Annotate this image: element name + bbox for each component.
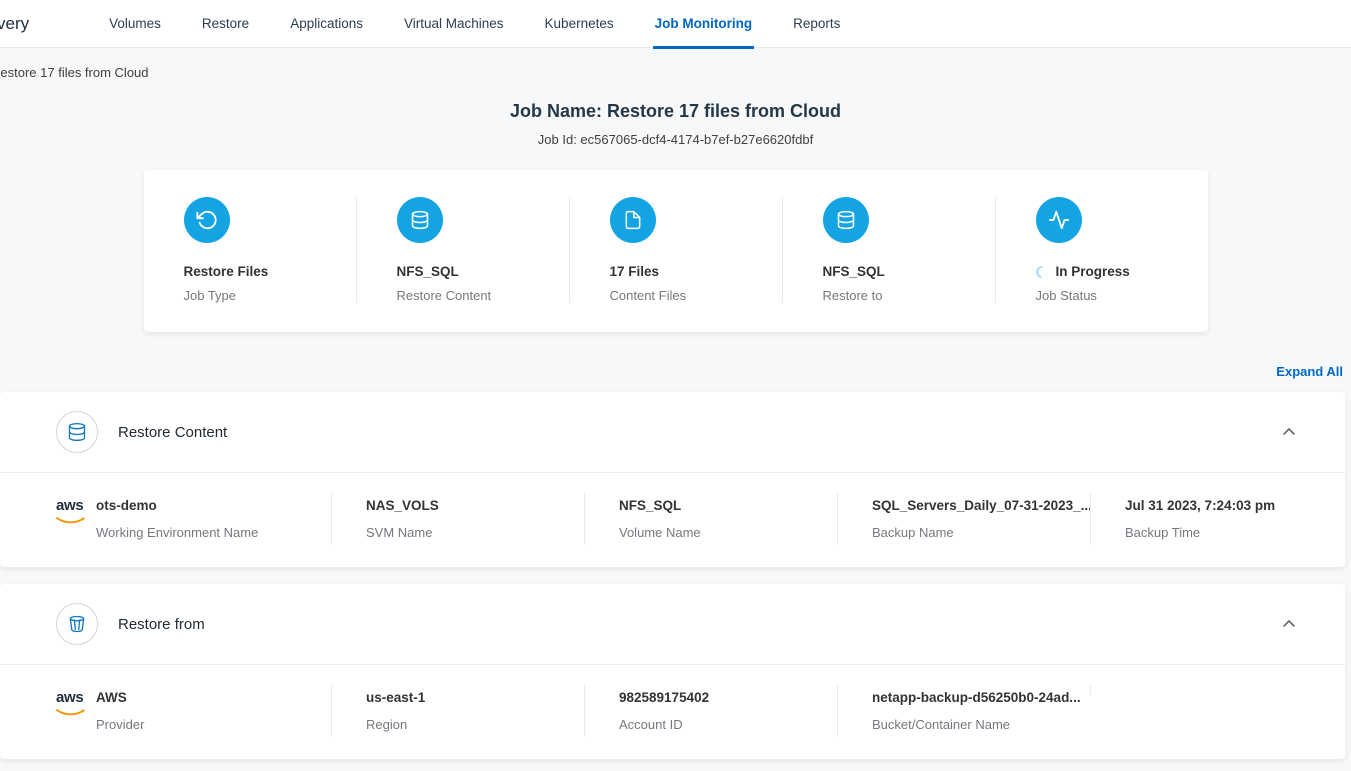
file-icon xyxy=(610,197,656,243)
summary-label: Job Status xyxy=(1036,288,1208,303)
summary-item-restore-content: NFS_SQL Restore Content xyxy=(356,197,569,303)
restore-from-section-header[interactable]: Restore from xyxy=(0,584,1345,664)
field-label: Backup Name xyxy=(872,525,1090,540)
field-value: NAS_VOLS xyxy=(366,498,584,513)
restore-from-section: Restore from aws AWS Provider us-east-1 … xyxy=(0,584,1345,759)
summary-item-job-status: In Progress Job Status xyxy=(995,197,1208,303)
field-label: Bucket/Container Name xyxy=(872,717,1090,732)
field-account-id: 982589175402 Account ID xyxy=(584,690,837,732)
field-provider: AWS Provider xyxy=(96,690,331,732)
restore-from-row: aws AWS Provider us-east-1 Region 982589… xyxy=(0,664,1345,759)
field-value: us-east-1 xyxy=(366,690,584,705)
field-backup-time: Jul 31 2023, 7:24:03 pm Backup Time xyxy=(1090,498,1345,540)
summary-value: NFS_SQL xyxy=(397,264,569,279)
job-status-value: In Progress xyxy=(1036,264,1208,279)
restore-content-section-header[interactable]: Restore Content xyxy=(0,392,1345,472)
restore-content-row: aws ots-demo Working Environment Name NA… xyxy=(0,472,1345,567)
field-value: ots-demo xyxy=(96,498,331,513)
summary-item-restore-to: NFS_SQL Restore to xyxy=(782,197,995,303)
field-label: Account ID xyxy=(619,717,837,732)
pulse-icon xyxy=(1036,197,1082,243)
tab-volumes[interactable]: Volumes xyxy=(109,0,161,48)
page-title: Job Name: Restore 17 files from Cloud xyxy=(0,101,1351,122)
tab-kubernetes[interactable]: Kubernetes xyxy=(545,0,614,48)
summary-value: In Progress xyxy=(1056,264,1130,279)
in-progress-spinner-icon xyxy=(1033,263,1050,280)
field-label: SVM Name xyxy=(366,525,584,540)
field-label: Working Environment Name xyxy=(96,525,331,540)
top-navigation: very Volumes Restore Applications Virtua… xyxy=(0,0,1351,48)
field-value: 982589175402 xyxy=(619,690,837,705)
summary-label: Restore to xyxy=(823,288,995,303)
summary-label: Job Type xyxy=(184,288,356,303)
restore-content-section: Restore Content aws ots-demo Working Env… xyxy=(0,392,1345,567)
aws-logo-text: aws xyxy=(56,691,96,704)
field-backup-name: SQL_Servers_Daily_07-31-2023_... Backup … xyxy=(837,498,1090,540)
field-value: NFS_SQL xyxy=(619,498,837,513)
collapse-section-button[interactable] xyxy=(1275,418,1303,446)
job-summary-card: Restore Files Job Type NFS_SQL Restore C… xyxy=(144,170,1208,332)
summary-value: Restore Files xyxy=(184,264,356,279)
field-value: netapp-backup-d56250b0-24ad... xyxy=(872,690,1090,705)
field-label: Volume Name xyxy=(619,525,837,540)
aws-logo: aws xyxy=(56,498,96,530)
field-value: SQL_Servers_Daily_07-31-2023_... xyxy=(872,498,1090,513)
summary-item-job-type: Restore Files Job Type xyxy=(144,197,356,303)
field-value: Jul 31 2023, 7:24:03 pm xyxy=(1125,498,1345,513)
database-icon xyxy=(823,197,869,243)
aws-logo: aws xyxy=(56,690,96,722)
summary-label: Restore Content xyxy=(397,288,569,303)
database-outline-icon xyxy=(56,411,98,453)
field-bucket-name: netapp-backup-d56250b0-24ad... Bucket/Co… xyxy=(837,690,1090,732)
tab-restore[interactable]: Restore xyxy=(202,0,249,48)
summary-value: 17 Files xyxy=(610,264,782,279)
restore-icon xyxy=(184,197,230,243)
brand-partial-text: very xyxy=(0,14,29,34)
tab-job-monitoring[interactable]: Job Monitoring xyxy=(655,0,752,48)
section-title: Restore from xyxy=(118,616,205,633)
nav-tabs: Volumes Restore Applications Virtual Mac… xyxy=(109,0,840,48)
summary-label: Content Files xyxy=(610,288,782,303)
tab-virtual-machines[interactable]: Virtual Machines xyxy=(404,0,504,48)
collapse-section-button[interactable] xyxy=(1275,610,1303,638)
chevron-up-icon xyxy=(1281,424,1297,440)
tab-applications[interactable]: Applications xyxy=(290,0,363,48)
field-label: Region xyxy=(366,717,584,732)
database-icon xyxy=(397,197,443,243)
field-label: Backup Time xyxy=(1125,525,1345,540)
field-svm-name: NAS_VOLS SVM Name xyxy=(331,498,584,540)
field-region: us-east-1 Region xyxy=(331,690,584,732)
field-label: Provider xyxy=(96,717,331,732)
section-title: Restore Content xyxy=(118,424,227,441)
tab-reports[interactable]: Reports xyxy=(793,0,840,48)
field-value: AWS xyxy=(96,690,331,705)
aws-logo-text: aws xyxy=(56,499,96,512)
field-volume-name: NFS_SQL Volume Name xyxy=(584,498,837,540)
field-working-environment: ots-demo Working Environment Name xyxy=(96,498,331,540)
expand-all-row: Expand All xyxy=(0,363,1343,381)
chevron-up-icon xyxy=(1281,616,1297,632)
bucket-outline-icon xyxy=(56,603,98,645)
expand-all-link[interactable]: Expand All xyxy=(1276,364,1343,379)
job-id-text: Job Id: ec567065-dcf4-4174-b7ef-b27e6620… xyxy=(0,132,1351,147)
breadcrumb[interactable]: Restore 17 files from Cloud xyxy=(0,65,1351,80)
summary-item-content-files: 17 Files Content Files xyxy=(569,197,782,303)
summary-value: NFS_SQL xyxy=(823,264,995,279)
